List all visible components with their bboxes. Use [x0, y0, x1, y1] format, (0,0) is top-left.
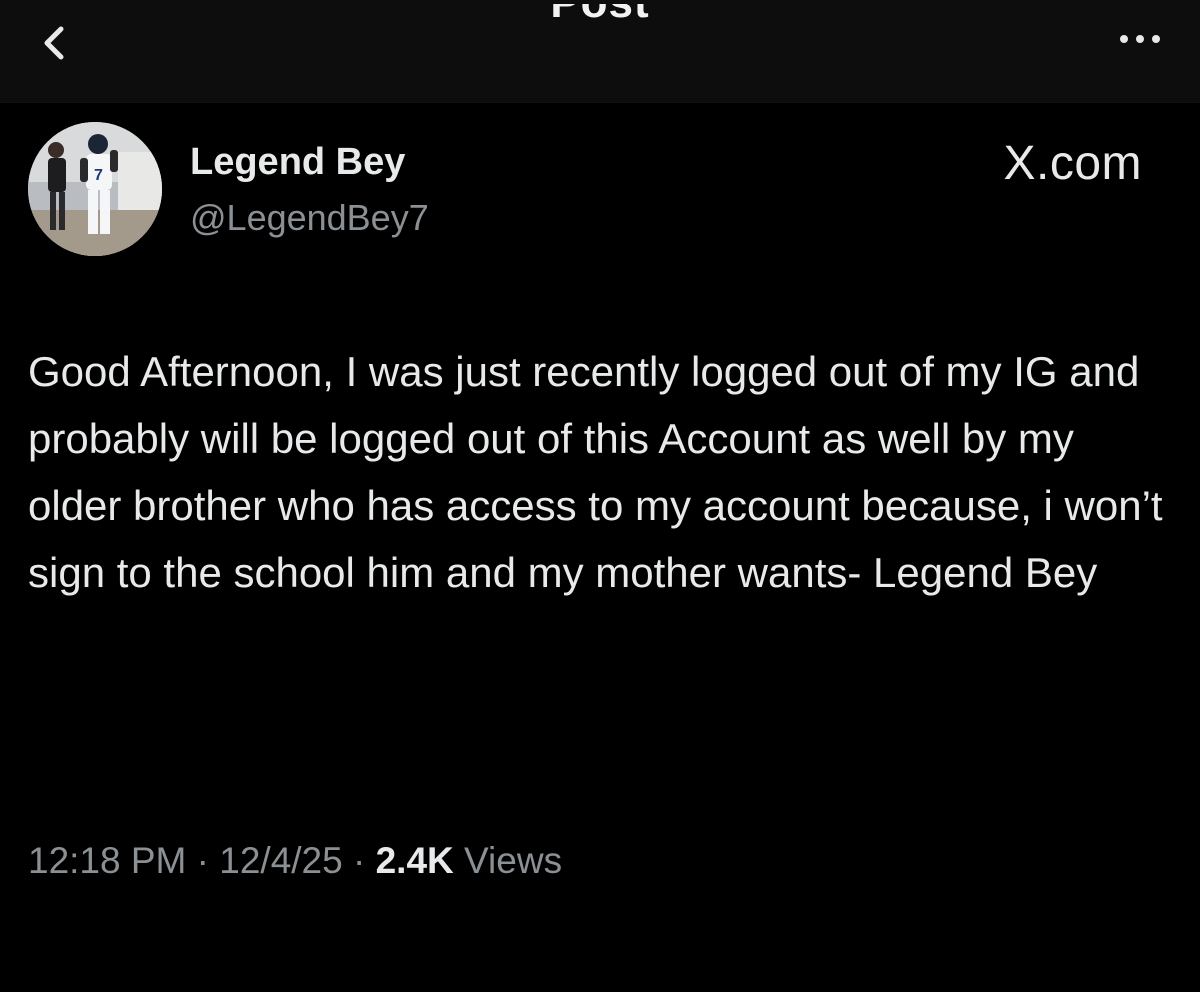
source-watermark: X.com: [1003, 137, 1142, 190]
page-title-wrap: Post: [0, 4, 1200, 44]
views-count[interactable]: 2.4K: [376, 840, 454, 881]
post-time[interactable]: 12:18 PM: [28, 840, 186, 881]
more-dot-icon: [1136, 35, 1144, 43]
meta-separator: ·: [186, 840, 220, 881]
views-label: Views: [453, 840, 563, 881]
author-name[interactable]: Legend Bey: [190, 143, 405, 181]
post-date[interactable]: 12/4/25: [219, 840, 342, 881]
svg-text:7: 7: [94, 167, 103, 184]
top-bar: Post: [0, 0, 1200, 103]
more-dot-icon: [1152, 35, 1160, 43]
more-dot-icon: [1120, 35, 1128, 43]
more-options-button[interactable]: [1100, 34, 1160, 44]
page-title: Post: [550, 4, 649, 28]
avatar[interactable]: 7: [28, 122, 162, 256]
author-handle[interactable]: @LegendBey7: [190, 200, 429, 236]
post-page: Post 7 Legend Bey @LegendBey7 X.: [0, 0, 1200, 992]
post-meta: 12:18 PM · 12/4/25 · 2.4K Views: [28, 842, 562, 879]
post-text: Good Afternoon, I was just recently logg…: [28, 348, 1163, 596]
profile-photo-image: 7: [28, 122, 162, 256]
meta-separator: ·: [342, 840, 376, 881]
